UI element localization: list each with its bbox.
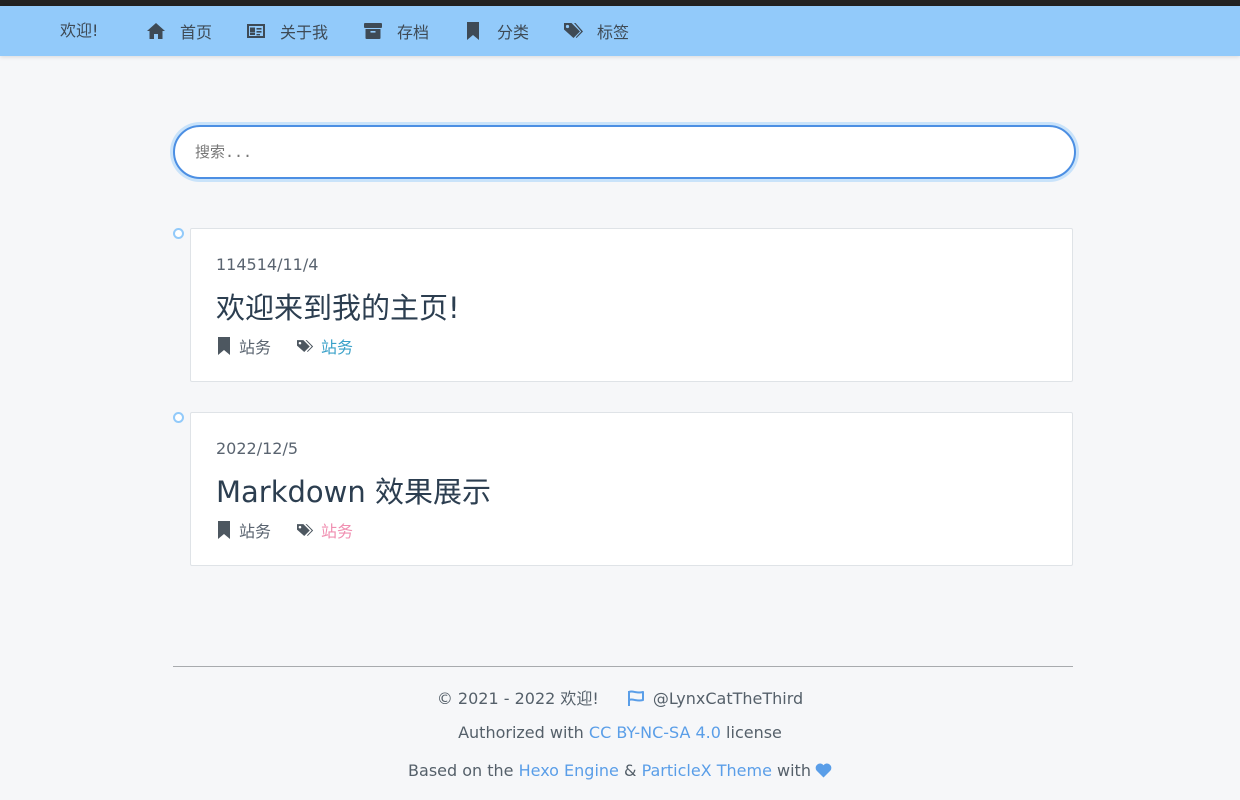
nav-item-categories[interactable]: 分类 [463, 6, 529, 56]
hexo-link[interactable]: Hexo Engine [519, 761, 619, 780]
footer-copyright-line: © 2021 - 2022 欢迎! @LynxCatTheThird [0, 685, 1240, 709]
footer-license-prefix: Authorized with [458, 723, 584, 742]
nav-item-tags[interactable]: 标签 [563, 6, 629, 56]
post-card: 114514/11/4 欢迎来到我的主页! 站务 站务 [190, 228, 1073, 382]
timeline-dot [173, 412, 184, 423]
theme-link[interactable]: ParticleX Theme [642, 761, 772, 780]
archive-icon [364, 23, 382, 39]
post-meta: 站务 站务 [216, 335, 353, 357]
footer-with: with [777, 761, 811, 780]
post-tag-label: 站务 [321, 522, 354, 541]
nav-item-label: 存档 [397, 23, 430, 42]
site-brand[interactable]: 欢迎! [60, 6, 98, 56]
post-date: 114514/11/4 [216, 255, 319, 274]
nav-item-label: 标签 [597, 23, 630, 42]
post-title[interactable]: 欢迎来到我的主页! [216, 285, 460, 327]
nav-item-label: 关于我 [280, 23, 329, 42]
post-date: 2022/12/5 [216, 439, 299, 458]
nav-item-label: 分类 [497, 23, 530, 42]
nav-item-home[interactable]: 首页 [146, 6, 212, 56]
footer-powered-line: Based on the Hexo Engine & ParticleX The… [0, 761, 1240, 780]
bookmark-icon [218, 337, 230, 355]
tags-icon [297, 339, 314, 352]
post-category-label: 站务 [239, 338, 272, 357]
footer-based-prefix: Based on the [408, 761, 514, 780]
home-icon [147, 23, 165, 39]
tags-icon [564, 23, 583, 38]
footer-license-suffix: license [726, 723, 782, 742]
nav-item-label: 首页 [180, 23, 213, 42]
id-card-icon [247, 24, 265, 38]
bookmark-icon [467, 22, 479, 40]
footer-license-line: Authorized with CC BY-NC-SA 4.0 license [0, 723, 1240, 742]
post-category[interactable]: 站务 [216, 334, 271, 358]
post-tag[interactable]: 站务 [297, 334, 353, 358]
post-tag[interactable]: 站务 [297, 518, 353, 542]
heart-icon [815, 763, 832, 778]
license-link[interactable]: CC BY-NC-SA 4.0 [589, 723, 721, 742]
flag-icon [627, 690, 644, 706]
nav-item-about[interactable]: 关于我 [246, 6, 328, 56]
footer-copyright: © 2021 - 2022 欢迎! [436, 689, 599, 708]
footer-amp: & [623, 761, 637, 780]
post-card: 2022/12/5 Markdown 效果展示 站务 站务 [190, 412, 1073, 566]
post-meta: 站务 站务 [216, 519, 353, 541]
post-title[interactable]: Markdown 效果展示 [216, 469, 491, 511]
post-tag-label: 站务 [321, 338, 354, 357]
timeline-dot [173, 228, 184, 239]
tags-icon [297, 523, 314, 536]
bookmark-icon [218, 521, 230, 539]
post-category-label: 站务 [239, 522, 272, 541]
search-input[interactable] [173, 125, 1076, 179]
post-category[interactable]: 站务 [216, 518, 271, 542]
nav-item-archive[interactable]: 存档 [363, 6, 429, 56]
footer-author: @LynxCatTheThird [652, 689, 804, 708]
navbar: 欢迎! 首页 关于我 存档 分类 标签 [0, 6, 1240, 56]
footer-divider [173, 666, 1073, 667]
